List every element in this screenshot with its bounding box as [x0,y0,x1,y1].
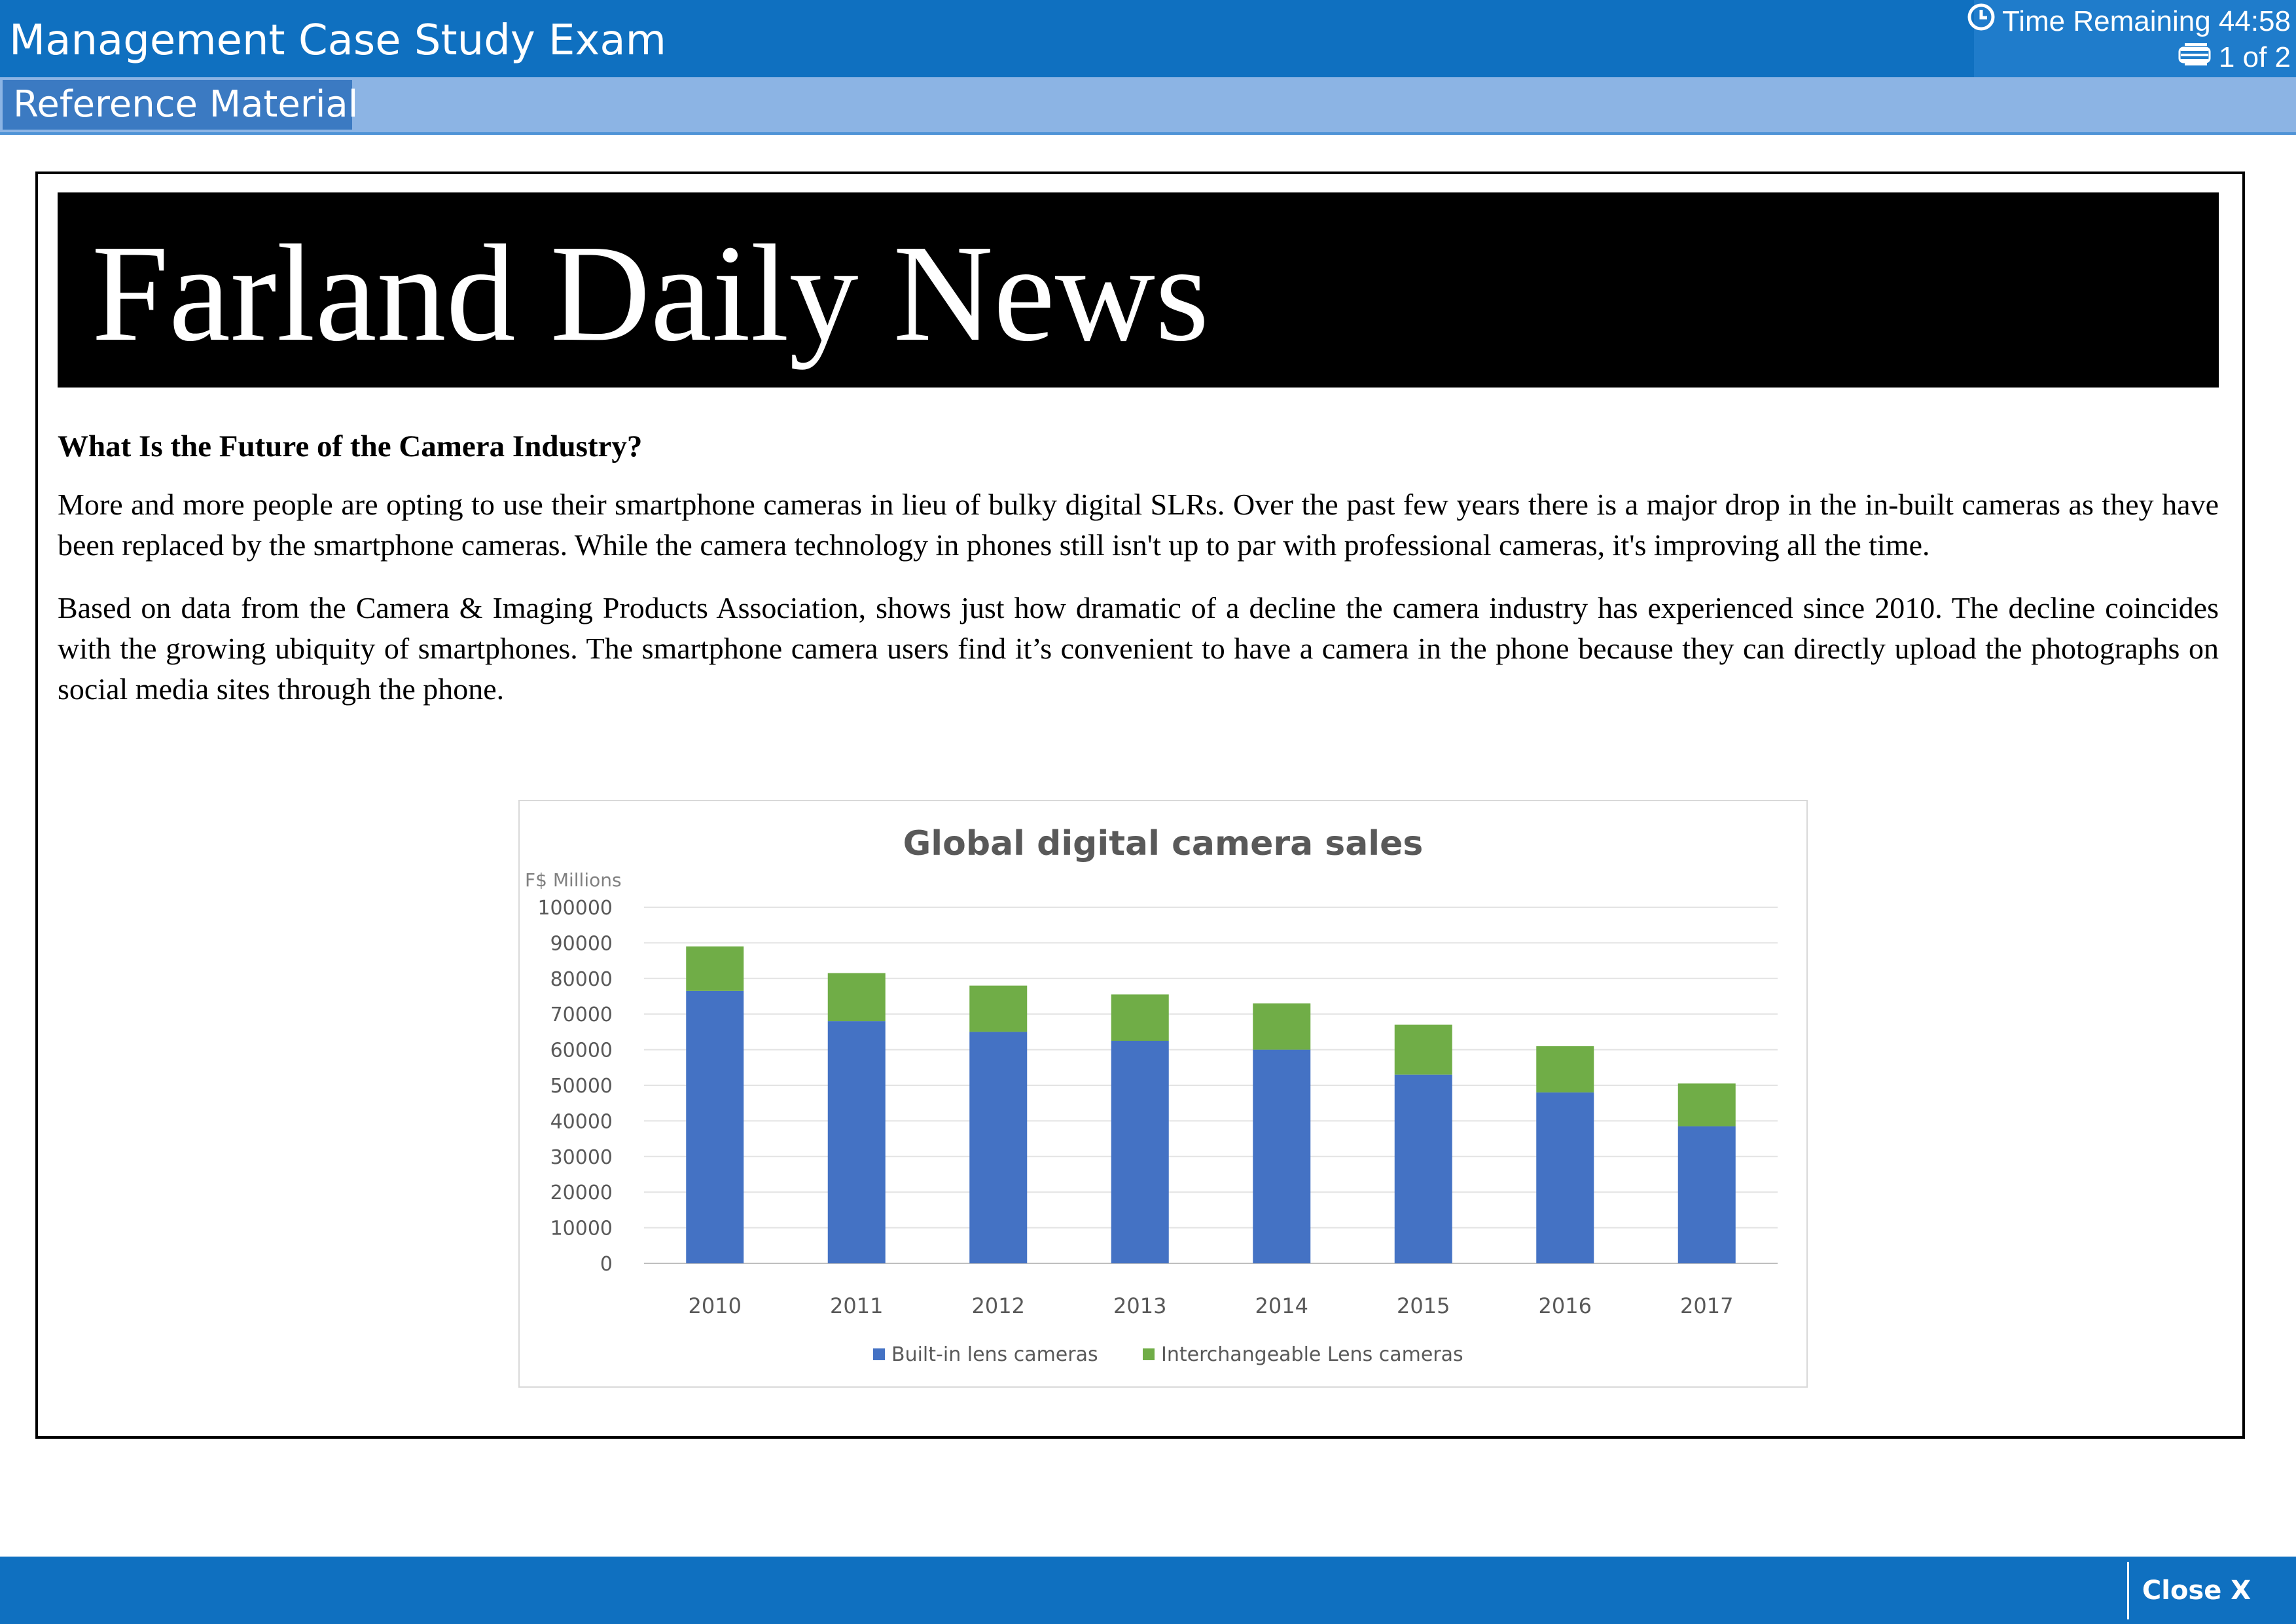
y-axis-label: F$ Millions [525,869,622,891]
y-tick-label: 90000 [550,932,613,955]
camera-sales-chart: Global digital camera sales F$ Millions 0 1… [518,800,1808,1388]
bar-interchangeable-lens [969,985,1028,1032]
exam-header-bar: Management Case Study Exam Time Remainin… [0,0,2296,77]
x-tick-label: 2017 [1680,1293,1733,1318]
x-tick-label: 2014 [1255,1293,1308,1318]
pages-icon [2178,39,2212,76]
y-tick-label: 0 [600,1253,613,1276]
y-tick-label: 30000 [550,1146,613,1169]
timer-panel: Time Remaining 44:58 1 of 2 [1967,0,2296,77]
article-paragraph: Based on data from the Camera & Imaging … [58,591,2219,706]
bar-built-in-lens [1111,1041,1169,1263]
bar-built-in-lens [1253,1049,1311,1263]
close-button[interactable]: Close X [2138,1567,2255,1614]
y-tick-label: 10000 [550,1218,613,1240]
legend-swatch [873,1348,885,1360]
bar-interchangeable-lens [1111,994,1169,1041]
bar-interchangeable-lens [1394,1024,1452,1075]
bar-interchangeable-lens [686,946,744,991]
bar-built-in-lens [827,1021,886,1263]
footer-divider [2127,1562,2129,1619]
bar-built-in-lens [969,1032,1028,1263]
x-tick-label: 2015 [1397,1293,1450,1318]
tab-reference-material[interactable]: Reference Material [3,80,358,130]
legend-label: Built-in lens cameras [891,1343,1098,1366]
y-tick-label: 40000 [550,1110,613,1133]
newspaper-masthead: Farland Daily News [58,192,2219,388]
y-tick-label: 20000 [550,1182,613,1204]
bar-built-in-lens [1394,1074,1452,1263]
y-tick-label: 60000 [550,1039,613,1062]
article-heading: What Is the Future of the Camera Industr… [58,429,643,463]
bar-built-in-lens [1536,1092,1594,1263]
chart-title: Global digital camera sales [903,824,1424,863]
legend-swatch [1143,1348,1155,1360]
x-tick-label: 2012 [972,1293,1025,1318]
y-tick-label: 100000 [537,897,613,920]
bar-interchangeable-lens [1677,1083,1736,1127]
y-tick-label: 50000 [550,1075,613,1098]
bar-built-in-lens [686,990,744,1263]
time-remaining-text: Time Remaining 44:58 [2001,5,2291,37]
legend-label: Interchangeable Lens cameras [1161,1343,1463,1366]
exam-title: Management Case Study Exam [9,16,666,65]
article-paragraph: More and more people are opting to use t… [58,488,2219,562]
bar-interchangeable-lens [1536,1046,1594,1092]
bar-interchangeable-lens [1253,1003,1311,1050]
y-tick-label: 70000 [550,1003,613,1026]
subheader-bar: Reference Material [0,77,2296,135]
article-body: What Is the Future of the Camera Industr… [58,427,2219,732]
clock-icon [1967,3,1996,41]
time-remaining: Time Remaining 44:58 [1967,3,2291,41]
footer-bar: Close X [0,1557,2296,1624]
masthead-title: Farland Daily News [92,216,1210,370]
bar-built-in-lens [1677,1126,1736,1263]
page-indicator-text: 1 of 2 [2218,41,2291,73]
chart-canvas: Global digital camera sales F$ Millions 0 1… [525,824,1778,1366]
x-tick-label: 2013 [1113,1293,1166,1318]
page-indicator: 1 of 2 [2178,39,2291,76]
x-tick-label: 2010 [689,1293,742,1318]
y-tick-label: 80000 [550,968,613,991]
bar-interchangeable-lens [827,973,886,1022]
x-tick-label: 2011 [830,1293,883,1318]
x-tick-label: 2016 [1539,1293,1592,1318]
